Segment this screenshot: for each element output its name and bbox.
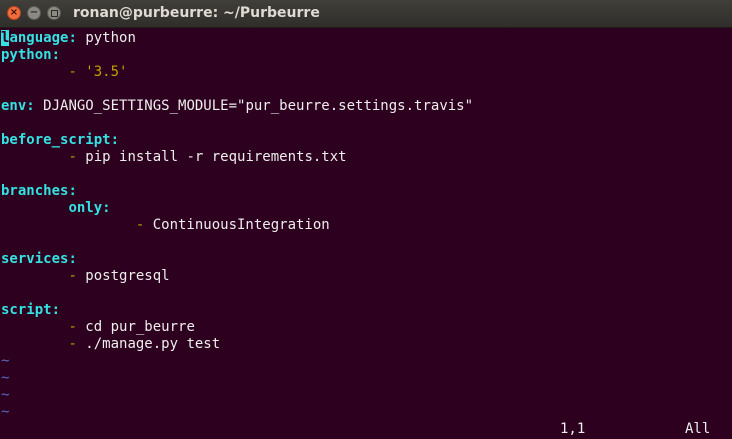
- list-value: ./manage.py test: [85, 336, 221, 352]
- editor-line: - ./manage.py test: [1, 336, 220, 353]
- yaml-colon: :: [51, 47, 61, 63]
- editor-line: language: python: [1, 30, 136, 47]
- list-dash: -: [68, 336, 86, 352]
- yaml-key: before_script: [1, 132, 111, 148]
- maximize-icon: [50, 9, 58, 17]
- editor-line: - '3.5': [1, 64, 127, 81]
- editor-line: services:: [1, 251, 77, 268]
- yaml-key: services: [1, 251, 69, 267]
- title-bar[interactable]: × − ronan@purbeurre: ~/Purbeurre: [0, 0, 732, 28]
- yaml-colon: :: [68, 30, 77, 46]
- yaml-key: anguage: [9, 30, 69, 46]
- list-value: pip install -r requirements.txt: [85, 149, 347, 165]
- yaml-key: branches: [1, 183, 69, 199]
- yaml-key: only: [68, 200, 103, 216]
- yaml-colon: :: [68, 183, 77, 199]
- window-title: ronan@purbeurre: ~/Purbeurre: [73, 5, 320, 21]
- editor-line: ~: [1, 353, 9, 370]
- yaml-key: python: [1, 47, 52, 63]
- editor-line: ~: [1, 387, 9, 404]
- editor-line: ~: [1, 404, 9, 421]
- list-dash: -: [68, 149, 86, 165]
- yaml-colon: :: [26, 98, 35, 114]
- close-icon: ×: [9, 7, 19, 18]
- list-value: ContinuousIntegration: [152, 217, 330, 233]
- list-dash: -: [68, 268, 86, 284]
- yaml-colon: :: [68, 251, 77, 267]
- editor-line: branches:: [1, 183, 77, 200]
- editor-area[interactable]: 1,1 All language: python python: - '3.5' e…: [0, 28, 732, 439]
- empty-line-marker: ~: [1, 353, 10, 369]
- list-value: cd pur_beurre: [85, 319, 195, 335]
- editor-line: python:: [1, 47, 60, 64]
- editor-line: - ContinuousIntegration: [1, 217, 330, 234]
- scroll-indicator: All: [685, 421, 711, 437]
- empty-line-marker: ~: [1, 387, 10, 403]
- editor-line: - pip install -r requirements.txt: [1, 149, 347, 166]
- list-dash: -: [135, 217, 153, 233]
- cursor-position: 1,1: [560, 421, 586, 437]
- list-value: '3.5': [85, 64, 128, 80]
- list-value: postgresql: [85, 268, 170, 284]
- yaml-value: python: [76, 30, 136, 46]
- yaml-colon: :: [110, 132, 120, 148]
- yaml-key: env: [1, 98, 27, 114]
- minimize-icon: −: [29, 7, 39, 18]
- maximize-button[interactable]: [47, 6, 61, 20]
- editor-line: env: DJANGO_SETTINGS_MODULE="pur_beurre.…: [1, 98, 473, 115]
- editor-line: before_script:: [1, 132, 119, 149]
- yaml-colon: :: [102, 200, 111, 216]
- minimize-button[interactable]: −: [27, 6, 41, 20]
- yaml-key: script: [1, 302, 52, 318]
- editor-line: only:: [1, 200, 111, 217]
- empty-line-marker: ~: [1, 404, 10, 420]
- list-dash: -: [68, 319, 86, 335]
- editor-line: - cd pur_beurre: [1, 319, 195, 336]
- yaml-value: DJANGO_SETTINGS_MODULE="pur_beurre.setti…: [34, 98, 474, 114]
- yaml-colon: :: [51, 302, 61, 318]
- close-button[interactable]: ×: [7, 6, 21, 20]
- terminal-window: × − ronan@purbeurre: ~/Purbeurre 1,1 All…: [0, 0, 732, 439]
- editor-line: ~: [1, 370, 9, 387]
- list-dash: -: [68, 64, 86, 80]
- editor-line: script:: [1, 302, 60, 319]
- editor-line: - postgresql: [1, 268, 170, 285]
- empty-line-marker: ~: [1, 370, 10, 386]
